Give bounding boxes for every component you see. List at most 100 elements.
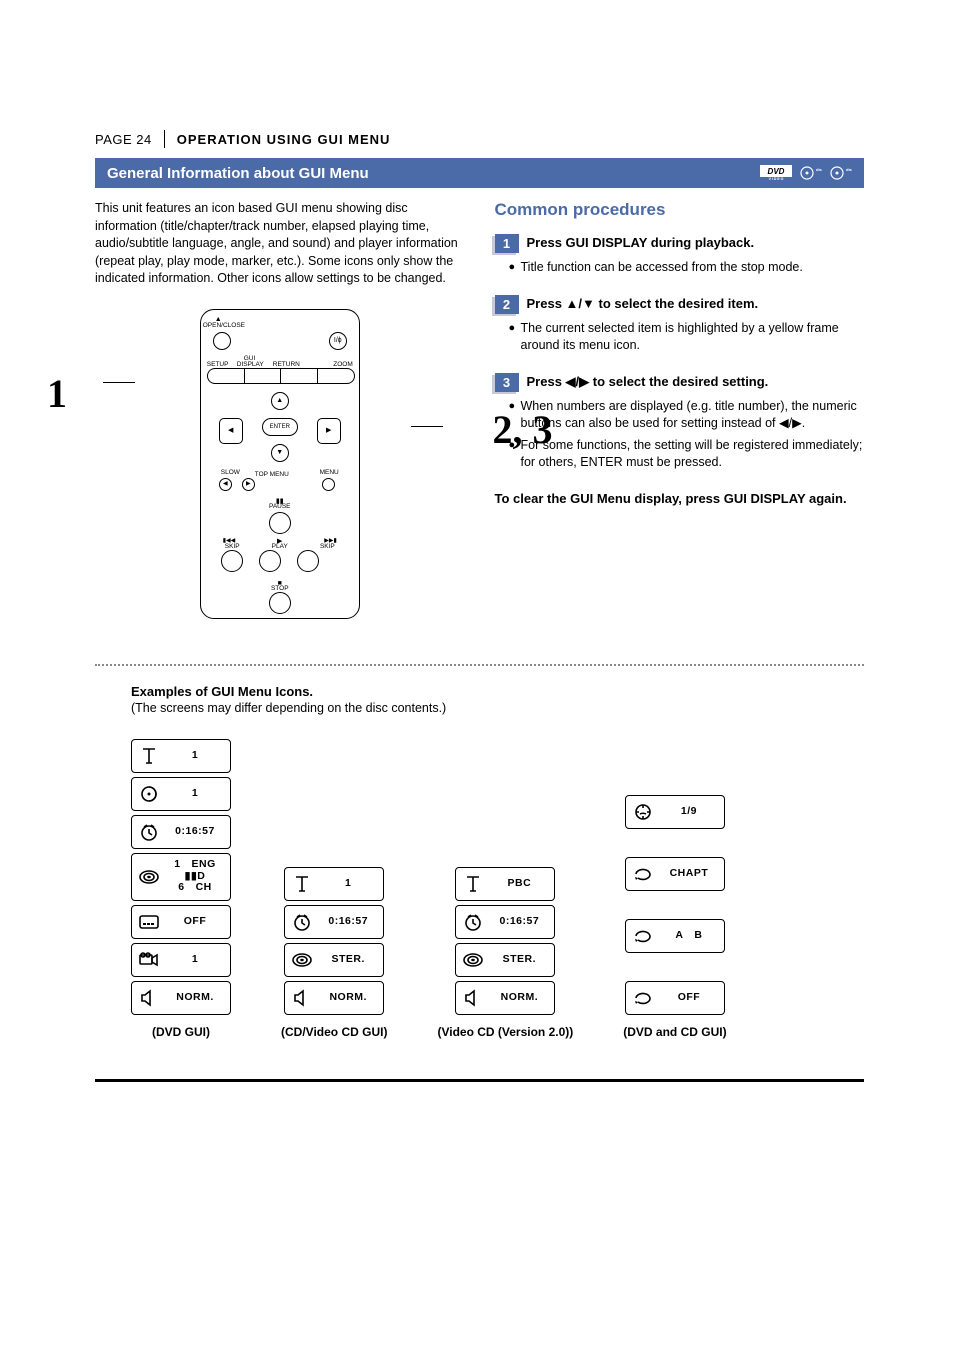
gui-item-value: 1 <box>166 750 224 762</box>
skip-next-label: SKIP <box>320 544 335 551</box>
step-number-badge: 3 <box>495 373 519 392</box>
gui-menu-item: 1 <box>131 739 231 773</box>
gui-menu-item: NORM. <box>455 981 555 1015</box>
examples-subtitle: (The screens may differ depending on the… <box>95 701 864 715</box>
gui-item-value: NORM. <box>319 992 377 1004</box>
sound-icon <box>138 988 160 1008</box>
example-column-label: (Video CD (Version 2.0)) <box>437 1025 573 1039</box>
gui-menu-item: 1 ENG ▮▮D 6 CH <box>131 853 231 901</box>
gui-menu-item: 1/9 <box>625 795 725 829</box>
gui-item-value: NORM. <box>490 992 548 1004</box>
header-divider <box>164 130 165 148</box>
up-button: ▲ <box>271 392 289 410</box>
gui-item-value: OFF <box>166 916 224 928</box>
gui-display-button <box>245 369 282 383</box>
example-column-label: (CD/Video CD GUI) <box>281 1025 387 1039</box>
gui-item-value: STER. <box>319 954 377 966</box>
audio-icon <box>291 950 313 970</box>
return-button <box>281 369 318 383</box>
step-row: 2Press ▲/▼ to select the desired item. <box>495 295 865 314</box>
step-number-badge: 1 <box>495 234 519 253</box>
gui-menu-item: 1 <box>284 867 384 901</box>
sound-icon <box>462 988 484 1008</box>
skip-next-button <box>297 550 319 572</box>
open-close-button <box>213 332 231 350</box>
step-row: 1 Press GUI DISPLAY during playback. <box>495 234 865 253</box>
svg-text:DVD: DVD <box>768 167 785 176</box>
example-column-label: (DVD GUI) <box>152 1025 210 1039</box>
gui-item-value: OFF <box>660 992 718 1004</box>
gui-menu-item: NORM. <box>284 981 384 1015</box>
pause-button <box>269 512 291 534</box>
title-icon <box>138 746 160 766</box>
gui-menu-item: 1 <box>131 943 231 977</box>
step-text: Press GUI DISPLAY during playback. <box>527 234 865 250</box>
page-number: PAGE 24 <box>95 132 152 147</box>
gui-menu-item: 1 <box>131 777 231 811</box>
menu-label: MENU <box>320 470 339 477</box>
svg-text:V I D E O: V I D E O <box>769 177 784 181</box>
open-close-label: OPEN/CLOSE <box>203 323 243 330</box>
gui-menu-item: NORM. <box>131 981 231 1015</box>
remote-diagram: 1 2, 3 ▲ OPEN/CLOSE I/ɸ SETUP GUI DISPLA… <box>95 304 465 624</box>
repeat-icon <box>632 989 654 1007</box>
gui-item-value: CHAPT <box>660 868 718 880</box>
gui-item-value: STER. <box>490 954 548 966</box>
gui-item-value: 0:16:57 <box>490 916 548 928</box>
left-button: ◀ <box>219 418 243 444</box>
common-procedures-heading: Common procedures <box>495 200 865 220</box>
gui-item-value: 1/9 <box>660 806 718 818</box>
dvd-video-logo-icon: DVDV I D E O <box>760 165 792 181</box>
gui-item-value: A B <box>660 930 718 942</box>
callout-23: 2, 3 <box>493 402 553 458</box>
title-icon <box>291 874 313 894</box>
zoom-button <box>318 369 354 383</box>
clock-icon <box>462 912 484 932</box>
example-column: 1 0:16:57 STER. NORM. (CD/Video CD GUI) <box>281 867 387 1039</box>
enter-button: ENTER <box>262 418 298 436</box>
top-menu-label: TOP MENU <box>255 472 289 479</box>
section-title: OPERATION USING GUI MENU <box>177 132 391 147</box>
gui-menu-item: STER. <box>455 943 555 977</box>
gui-menu-item: 0:16:57 <box>284 905 384 939</box>
bottom-rule <box>95 1079 864 1082</box>
pause-icon: ▮▮ <box>276 498 284 505</box>
step-text: Press ◀/▶ to select the desired setting. <box>527 373 865 390</box>
chapter-icon <box>138 784 160 804</box>
clock-icon <box>291 912 313 932</box>
heading-bar-title: General Information about GUI Menu <box>107 165 369 182</box>
gui-menu-item: 0:16:57 <box>455 905 555 939</box>
example-column: PBC 0:16:57 STER. NORM. (Video CD (Version 2… <box>437 867 573 1039</box>
slow-rew-button: ◀ <box>219 478 232 491</box>
sound-icon <box>291 988 313 1008</box>
gui-menu-item: OFF <box>625 981 725 1015</box>
bullet-item: ●Title function can be accessed from the… <box>509 259 865 277</box>
audio-icon <box>462 950 484 970</box>
clock-icon <box>138 822 160 842</box>
gui-item-value: 1 <box>166 788 224 800</box>
right-button: ▶ <box>317 418 341 444</box>
gui-item-value: 1 ENG ▮▮D 6 CH <box>166 859 224 894</box>
gui-item-value: 1 <box>166 954 224 966</box>
marker-icon <box>632 802 654 822</box>
angle-icon <box>138 950 160 970</box>
callout-1: 1 <box>47 366 67 422</box>
bullet-item: ●When numbers are displayed (e.g. title … <box>509 398 865 433</box>
bullet-item: ●The current selected item is highlighte… <box>509 320 865 355</box>
slow-fwd-button: ▶ <box>242 478 255 491</box>
intro-paragraph: This unit features an icon based GUI men… <box>95 200 465 288</box>
remote-outline: ▲ OPEN/CLOSE I/ɸ SETUP GUI DISPLAY RETUR… <box>200 309 360 619</box>
repeat-icon <box>632 927 654 945</box>
example-column: 1/9CHAPTA BOFF(DVD and CD GUI) <box>623 795 726 1039</box>
svg-text:disc: disc <box>846 167 852 172</box>
gui-menu-item: CHAPT <box>625 857 725 891</box>
gui-item-value: 1 <box>319 878 377 890</box>
gui-menu-item: OFF <box>131 905 231 939</box>
title-icon <box>462 874 484 894</box>
gui-menu-item: 0:16:57 <box>131 815 231 849</box>
stop-button <box>269 592 291 614</box>
gui-item-value: PBC <box>490 878 548 890</box>
examples-title: Examples of GUI Menu Icons. <box>95 684 864 699</box>
down-button: ▼ <box>271 444 289 462</box>
gui-menu-item: PBC <box>455 867 555 901</box>
